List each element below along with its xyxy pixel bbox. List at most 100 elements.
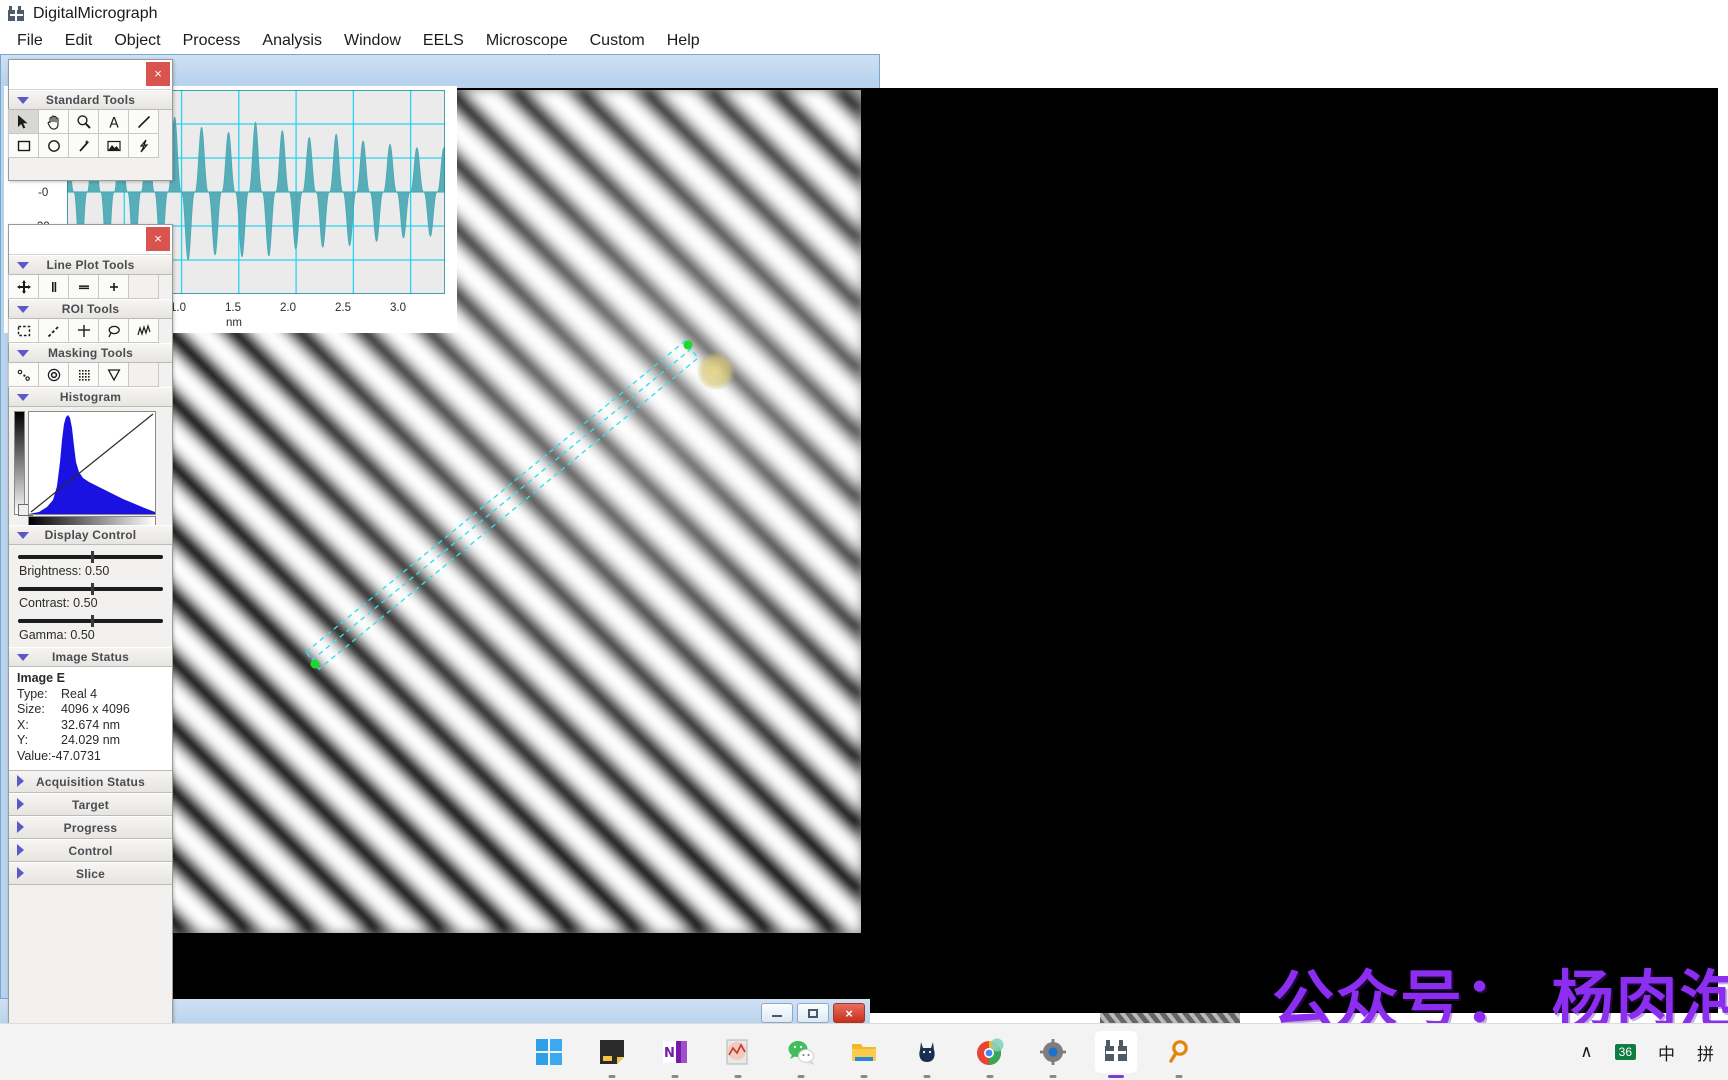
chevron-right-icon — [17, 775, 24, 787]
minimize-button[interactable] — [761, 1003, 793, 1023]
picture-tool[interactable] — [98, 133, 129, 158]
close-icon[interactable]: × — [146, 227, 170, 251]
svg-text:N: N — [664, 1046, 675, 1061]
gamma-slider[interactable] — [18, 615, 163, 627]
annulus-mask-tool[interactable] — [38, 362, 69, 387]
ellipse-tool[interactable] — [38, 133, 69, 158]
running-indicator — [986, 1075, 994, 1078]
settings-icon[interactable] — [1032, 1031, 1074, 1078]
zoom-tool[interactable] — [68, 109, 99, 134]
app-icon-4[interactable] — [717, 1031, 759, 1078]
onenote-icon[interactable]: N — [654, 1031, 696, 1078]
search-icon[interactable] — [1158, 1031, 1200, 1078]
vertical-bar-tool[interactable] — [38, 274, 69, 299]
x-tick-5: 2.5 — [335, 302, 351, 314]
y-tick-0: -0 — [38, 187, 49, 199]
histogram-plot — [28, 411, 156, 515]
menu-item-help[interactable]: Help — [656, 30, 711, 52]
selection-blob-icon — [697, 352, 735, 390]
section-label: Control — [68, 843, 113, 858]
wedge-mask-tool[interactable] — [98, 362, 129, 387]
menu-item-object[interactable]: Object — [103, 30, 171, 52]
tray-badge[interactable]: 36 — [1614, 1044, 1636, 1060]
digitalmicrograph-taskbar-icon[interactable] — [1095, 1031, 1137, 1078]
line-tool[interactable] — [128, 109, 159, 134]
rect-roi-tool[interactable] — [8, 318, 39, 343]
menu-item-custom[interactable]: Custom — [579, 30, 656, 52]
rectangle-tool[interactable] — [8, 133, 39, 158]
tray-chevron-icon[interactable]: ∧ — [1580, 1042, 1592, 1062]
close-button[interactable]: × — [833, 1003, 865, 1023]
menu-item-microscope[interactable]: Microscope — [475, 30, 579, 52]
running-indicator — [1175, 1075, 1183, 1078]
sticky-notes-icon[interactable] — [591, 1031, 633, 1078]
roi-handle-start — [310, 659, 320, 669]
palette-standard-tools[interactable]: × Standard Tools A — [8, 59, 173, 181]
image-status-body: Image E Type: Real 4 Size: 4096 x 4096 X: 3… — [9, 667, 172, 770]
section-roi-tools[interactable]: ROI Tools — [9, 299, 172, 319]
chevron-down-icon — [17, 350, 29, 357]
close-icon[interactable]: × — [146, 62, 170, 86]
chevron-right-icon — [17, 844, 24, 856]
image-status-value-value: -47.0731 — [51, 748, 101, 763]
section-standard-tools[interactable]: Standard Tools — [9, 90, 172, 110]
chevron-down-icon — [17, 97, 29, 104]
section-line-plot-tools[interactable]: Line Plot Tools — [9, 255, 172, 275]
wechat-icon[interactable] — [780, 1031, 822, 1078]
start-button[interactable] — [528, 1031, 570, 1073]
crosshair-roi-tool[interactable] — [68, 318, 99, 343]
section-slice[interactable]: Slice — [9, 862, 172, 885]
text-tool[interactable]: A — [98, 109, 129, 134]
chevron-right-icon — [17, 867, 24, 879]
section-masking-tools[interactable]: Masking Tools — [9, 343, 172, 363]
lasso-roi-tool[interactable] — [98, 318, 129, 343]
section-target[interactable]: Target — [9, 793, 172, 816]
running-indicator — [860, 1075, 868, 1078]
menu-item-edit[interactable]: Edit — [54, 30, 104, 52]
section-label: Line Plot Tools — [46, 258, 135, 272]
image-status-name: Image E — [17, 671, 65, 685]
histogram-widget[interactable] — [9, 407, 172, 526]
app-icon-7[interactable] — [906, 1031, 948, 1078]
brightness-slider[interactable] — [18, 551, 163, 563]
lightning-tool[interactable] — [128, 133, 159, 158]
section-label: Display Control — [44, 528, 137, 542]
section-display-control[interactable]: Display Control — [9, 525, 172, 545]
pointer-tool[interactable] — [8, 109, 39, 134]
section-control[interactable]: Control — [9, 839, 172, 862]
spot-mask-tool[interactable] — [8, 362, 39, 387]
section-progress[interactable]: Progress — [9, 816, 172, 839]
display-control-body: Brightness: 0.50 Contrast: 0.50 Gamma: 0… — [9, 545, 172, 647]
section-image-status[interactable]: Image Status — [9, 647, 172, 667]
move-tool[interactable] — [8, 274, 39, 299]
chevron-down-icon — [17, 532, 29, 539]
point-tool[interactable] — [98, 274, 129, 299]
histogram-ramp[interactable] — [14, 411, 33, 516]
horizontal-bar-tool[interactable] — [68, 274, 99, 299]
menu-item-analysis[interactable]: Analysis — [251, 30, 333, 52]
menu-item-process[interactable]: Process — [172, 30, 252, 52]
line-roi-tool[interactable] — [38, 318, 69, 343]
section-acquisition-status[interactable]: Acquisition Status — [9, 770, 172, 793]
image-status-type-label: Type: — [17, 686, 48, 701]
ime-mode-indicator[interactable]: 中 — [1658, 1040, 1675, 1065]
section-label: Slice — [75, 866, 106, 881]
standard-tools-row-2 — [8, 133, 172, 158]
spline-roi-tool[interactable] — [128, 318, 159, 343]
file-explorer-icon[interactable] — [843, 1031, 885, 1078]
menu-item-file[interactable]: File — [6, 30, 54, 52]
ime-input-indicator[interactable]: 拼 — [1697, 1040, 1714, 1065]
contrast-slider[interactable] — [18, 583, 163, 595]
magic-wand-tool[interactable] — [68, 133, 99, 158]
menu-item-eels[interactable]: EELS — [412, 30, 475, 52]
system-tray: ∧ 36 中 拼 — [1580, 1040, 1714, 1065]
menu-item-window[interactable]: Window — [333, 30, 412, 52]
maximize-button[interactable] — [797, 1003, 829, 1023]
palette-tools[interactable]: × Line Plot Tools ROI Tools Masking Tool… — [8, 224, 173, 1023]
chrome-icon[interactable] — [969, 1031, 1011, 1078]
image-status-size-value: 4096 x 4096 — [61, 702, 130, 716]
hand-tool[interactable] — [38, 109, 69, 134]
array-mask-tool[interactable] — [68, 362, 99, 387]
standard-tools-row-1: A — [8, 109, 172, 134]
section-histogram[interactable]: Histogram — [9, 387, 172, 407]
